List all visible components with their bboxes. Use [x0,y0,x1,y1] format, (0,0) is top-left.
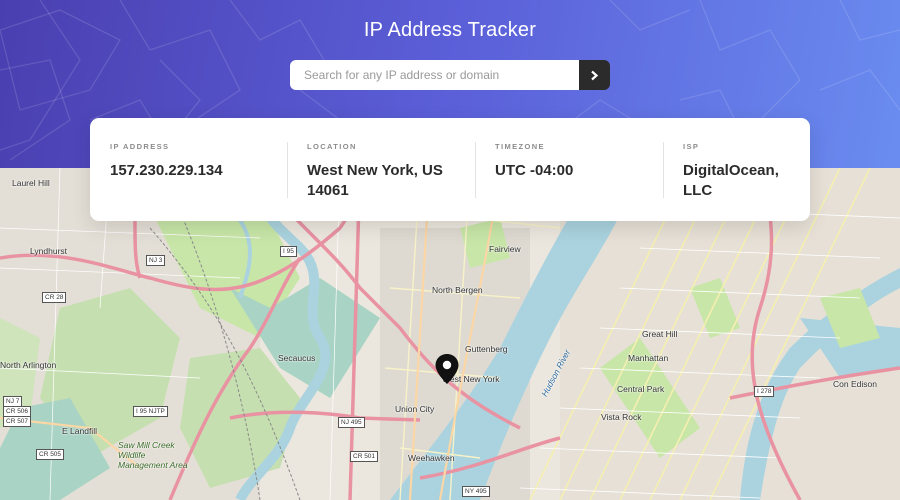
map-label: Con Edison [833,379,877,389]
map-label: Manhattan [628,353,669,363]
road-shield: I 95 [280,246,297,257]
map-label: Vista Rock [601,412,642,422]
info-isp: ISP DigitalOcean, LLC [663,142,810,221]
info-location: Location West New York, US 14061 [287,142,475,221]
ip-info-card: IP Address 157.230.229.134 Location West… [90,118,810,221]
map-label: Guttenberg [465,344,508,354]
page-title: IP Address Tracker [363,19,537,41]
search-submit-button[interactable] [579,60,610,90]
map-label: Central Park [617,384,665,394]
road-shield: CR 507 [3,416,32,427]
info-value: 157.230.229.134 [110,162,223,179]
location-pin-icon[interactable] [435,354,459,384]
map-label: Secaucus [278,353,316,363]
road-shield: I 95 NJTP [133,406,168,417]
map-label: Great Hill [642,329,678,339]
chevron-right-icon [591,70,599,80]
road-shield: NJ 3 [146,255,166,266]
map-label: North Bergen [432,285,483,295]
map-label: Lyndhurst [30,246,68,256]
info-label: Location [307,142,357,151]
map-label: Fairview [489,244,521,254]
info-ip-address: IP Address 157.230.229.134 [90,142,287,221]
road-shield: CR 501 [350,451,379,462]
map-label: Saw Mill Creek Wildlife Management Area [118,440,188,470]
info-value: West New York, US 14061 [307,162,443,199]
road-shield: I 278 [754,386,775,397]
info-label: Timezone [495,142,545,151]
info-label: ISP [683,142,700,151]
map-label: North Arlington [0,360,57,370]
map-label: Union City [395,404,435,414]
info-timezone: Timezone UTC -04:00 [475,142,663,221]
road-shield: CR 505 [36,449,65,460]
map-label: E Landfill [62,426,97,436]
search-input[interactable] [290,60,579,90]
map-label: Weehawken [408,453,455,463]
road-shield: CR 28 [42,292,67,303]
info-value: UTC -04:00 [495,162,574,179]
map-label: Laurel Hill [12,178,50,188]
road-shield: NJ 495 [338,417,365,428]
info-label: IP Address [110,142,170,151]
road-shield: NY 495 [462,486,490,497]
search-bar [290,60,610,90]
info-value: DigitalOcean, LLC [683,162,779,199]
